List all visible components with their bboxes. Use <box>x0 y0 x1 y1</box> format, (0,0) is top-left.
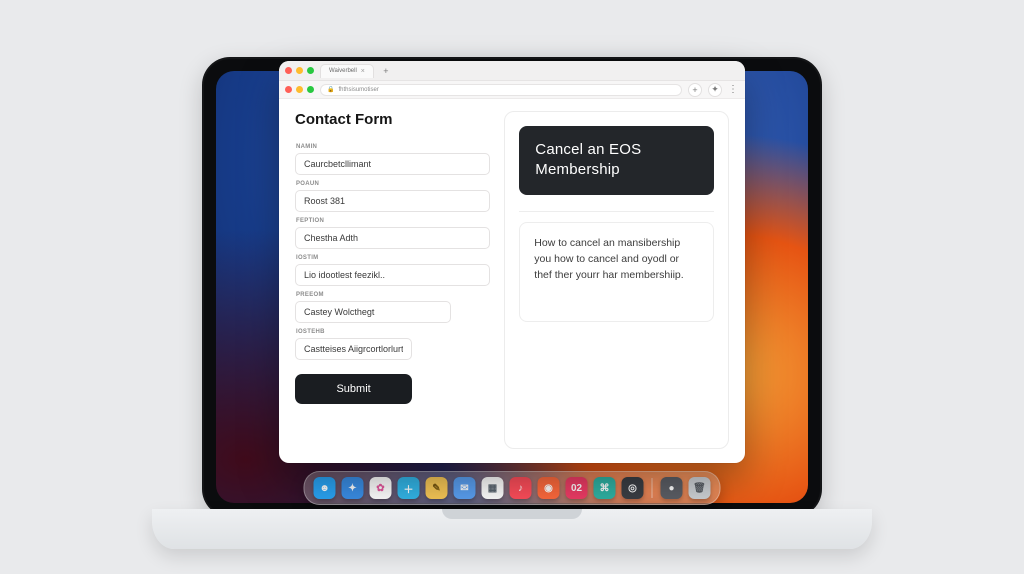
submit-label: Submit <box>336 383 370 395</box>
field-label: Poaun <box>296 181 490 187</box>
minimize-icon[interactable] <box>296 67 303 74</box>
text-input[interactable] <box>295 153 490 175</box>
dock-app-safari[interactable]: ✦ <box>342 477 364 499</box>
dock-app-app5[interactable]: ● <box>661 477 683 499</box>
dock-app-mail[interactable]: ✉ <box>454 477 476 499</box>
lock-icon: 🔒 <box>327 86 334 93</box>
close-icon[interactable] <box>285 67 292 74</box>
text-input[interactable] <box>295 227 490 249</box>
laptop-base <box>152 509 872 549</box>
submit-button[interactable]: Submit <box>295 374 412 404</box>
tab-close-icon[interactable]: × <box>361 68 365 75</box>
laptop-screen: ☻ ✦ ✿ ＋ ✎ ✉ ▦ ♪ ◉ 02 ⌘ ◎ ● 🗑 Waiverbell × + <box>202 57 822 517</box>
window-controls-secondary <box>285 86 314 93</box>
page-content: Contact Form Namin Poaun Feption Iostim Pree… <box>279 99 745 463</box>
hero-title: Cancel an EOS Membership <box>535 141 641 178</box>
dock: ☻ ✦ ✿ ＋ ✎ ✉ ▦ ♪ ◉ 02 ⌘ ◎ ● 🗑 <box>304 471 721 505</box>
dock-app-app3[interactable]: ⌘ <box>594 477 616 499</box>
text-input[interactable] <box>295 301 451 323</box>
tab-title: Waiverbell <box>329 68 357 74</box>
maximize-icon[interactable] <box>307 86 314 93</box>
close-icon[interactable] <box>285 86 292 93</box>
tab-strip: Waiverbell × + <box>279 61 745 81</box>
toolbar-plus-button[interactable]: + <box>688 83 702 97</box>
page-title: Contact Form <box>295 111 490 128</box>
minimize-icon[interactable] <box>296 86 303 93</box>
text-input[interactable] <box>295 338 412 360</box>
dock-app-app1[interactable]: ◉ <box>538 477 560 499</box>
dock-separator <box>652 478 653 498</box>
dock-app-photos[interactable]: ✿ <box>370 477 392 499</box>
description-text: How to cancel an mansibership you how to… <box>534 237 683 282</box>
extensions-button[interactable]: ✦ <box>708 83 722 97</box>
field-label: Feption <box>296 218 490 224</box>
dock-app-finder[interactable]: ☻ <box>314 477 336 499</box>
info-panel: Cancel an EOS Membership How to cancel a… <box>504 111 729 449</box>
window-controls <box>285 67 314 74</box>
dock-app-trash[interactable]: 🗑 <box>689 477 711 499</box>
toolbar: 🔒 fhthsisumotiser + ✦ ⋮ <box>279 81 745 99</box>
text-input[interactable] <box>295 190 490 212</box>
maximize-icon[interactable] <box>307 67 314 74</box>
field-label: Iostim <box>296 255 490 261</box>
description-box: How to cancel an mansibership you how to… <box>519 222 714 322</box>
dock-app-notes[interactable]: ✎ <box>426 477 448 499</box>
dock-app-add[interactable]: ＋ <box>398 477 420 499</box>
text-input[interactable] <box>295 264 490 286</box>
puzzle-icon: ✦ <box>711 84 719 95</box>
dock-app-music[interactable]: ♪ <box>510 477 532 499</box>
divider <box>519 211 714 212</box>
field-label: Namin <box>296 144 490 150</box>
new-tab-button[interactable]: + <box>380 65 392 77</box>
browser-window: Waiverbell × + 🔒 fhthsisumotiser <box>279 61 745 463</box>
dock-app-app2[interactable]: 02 <box>566 477 588 499</box>
dock-app-cal[interactable]: ▦ <box>482 477 504 499</box>
plus-icon: + <box>383 66 388 76</box>
browser-tab[interactable]: Waiverbell × <box>320 64 374 78</box>
dock-app-app4[interactable]: ◎ <box>622 477 644 499</box>
plus-icon: + <box>692 85 697 95</box>
field-label: Preeom <box>296 292 490 298</box>
contact-form-column: Contact Form Namin Poaun Feption Iostim Pree… <box>295 111 490 449</box>
overflow-menu-icon[interactable]: ⋮ <box>728 84 739 95</box>
url-bar[interactable]: 🔒 fhthsisumotiser <box>320 84 682 96</box>
laptop-mock: ☻ ✦ ✿ ＋ ✎ ✉ ▦ ♪ ◉ 02 ⌘ ◎ ● 🗑 Waiverbell × + <box>202 57 822 517</box>
hero-card: Cancel an EOS Membership <box>519 126 714 195</box>
field-label: Iostehb <box>296 329 490 335</box>
url-text: fhthsisumotiser <box>338 87 378 93</box>
